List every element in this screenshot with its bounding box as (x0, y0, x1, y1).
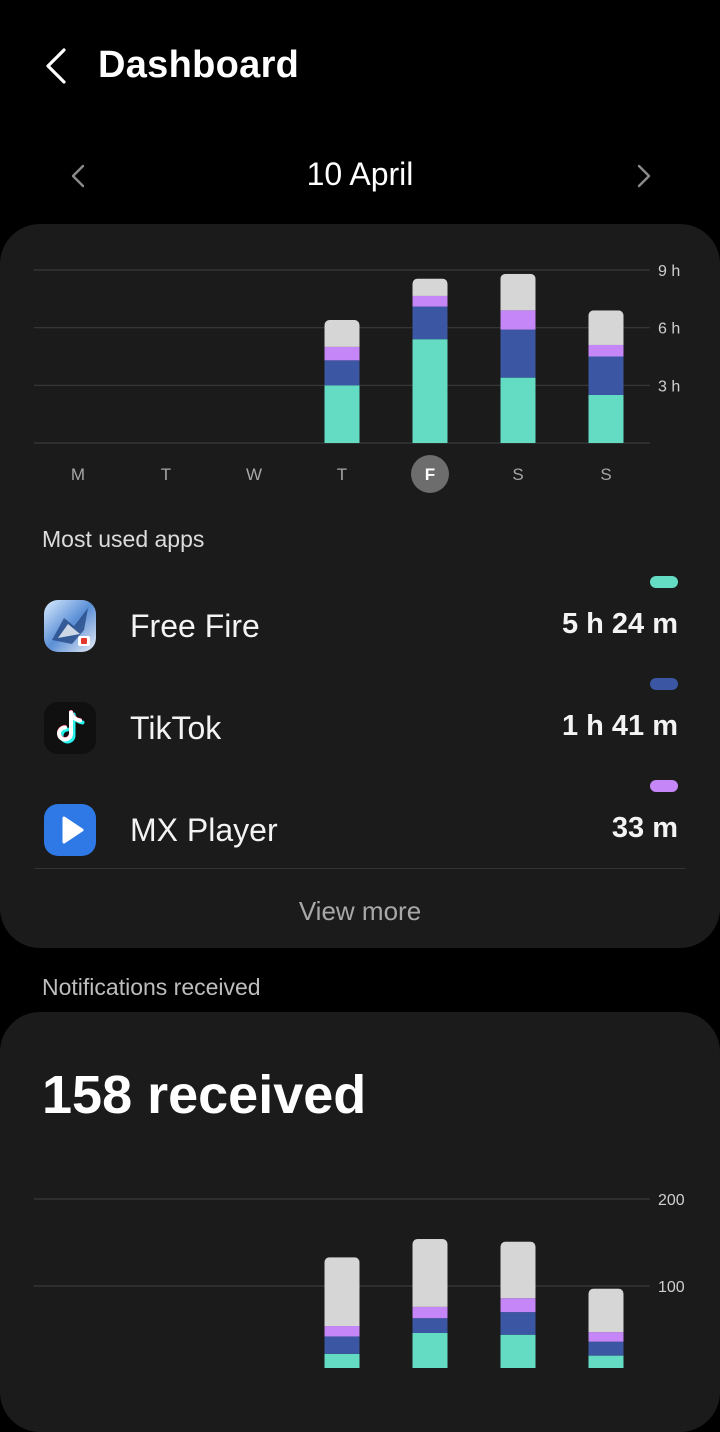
x-category-label[interactable]: F (425, 465, 435, 484)
bar-segment (324, 346, 360, 361)
bar-segment (500, 273, 536, 311)
bar-segment (588, 310, 624, 345)
app-name: Free Fire (130, 608, 260, 644)
screen-time-chart[interactable]: 3 h 6 h 9 h M T W T F S S (0, 250, 720, 500)
bar-stack[interactable] (324, 319, 360, 443)
bar-segment (500, 310, 536, 330)
x-category-label[interactable]: S (600, 465, 611, 484)
bar-segment (412, 295, 448, 307)
bar-segment (324, 1353, 360, 1368)
x-category-label[interactable]: S (512, 465, 523, 484)
app-usage-time: 5 h 24 m (561, 608, 678, 640)
chevron-right-icon (637, 164, 651, 188)
y-tick-label: 9 h (658, 263, 680, 280)
divider (34, 868, 686, 869)
bar-segment (500, 1312, 536, 1335)
next-day-button[interactable] (624, 154, 664, 198)
app-row-tiktok[interactable]: TikTok 1 h 41 m (0, 678, 720, 778)
current-date: 10 April (306, 156, 414, 192)
date-navigator: 10 April (0, 148, 720, 204)
bar-segment (500, 329, 536, 378)
bar-segment (500, 1241, 536, 1299)
bar-segment (588, 1355, 624, 1368)
bar-stack[interactable] (324, 1257, 360, 1368)
app-row-free-fire[interactable]: Free Fire 5 h 24 m (0, 576, 720, 676)
free-fire-icon (44, 600, 96, 652)
bar-segment (588, 356, 624, 395)
back-arrow-icon (46, 48, 66, 84)
y-tick-label: 6 h (658, 321, 680, 338)
app-name: TikTok (130, 710, 222, 746)
most-used-apps-label: Most used apps (42, 526, 205, 552)
bar-segment (324, 319, 360, 347)
view-more-button[interactable]: View more (0, 896, 720, 927)
bar-segment (324, 1257, 360, 1327)
y-tick-label: 200 (658, 1192, 685, 1209)
bar-segment (324, 1336, 360, 1354)
bar-segment (500, 377, 536, 443)
app-usage-time: 1 h 41 m (561, 710, 678, 742)
bar-segment (588, 1341, 624, 1356)
bar-stack[interactable] (412, 278, 448, 443)
bar-stack[interactable] (588, 310, 624, 443)
bar-segment (500, 1298, 536, 1313)
bar-segment (412, 1332, 448, 1368)
bar-stack[interactable] (412, 1239, 448, 1368)
bar-segment (412, 1318, 448, 1333)
bar-stack[interactable] (588, 1288, 624, 1368)
y-tick-label: 3 h (658, 378, 680, 395)
y-tick-label: 100 (658, 1279, 685, 1296)
mx-player-icon (44, 804, 96, 856)
bar-segment (588, 394, 624, 443)
tiktok-icon (44, 702, 96, 754)
bar-segment (412, 339, 448, 443)
bar-segment (500, 1334, 536, 1368)
bar-segment (324, 1326, 360, 1337)
notifications-count: 158 received (42, 1065, 367, 1125)
bar-stack[interactable] (500, 1241, 536, 1368)
bar-segment (412, 1239, 448, 1307)
bar-segment (588, 1288, 624, 1333)
bar-segment (412, 306, 448, 340)
x-category-label[interactable]: T (161, 465, 171, 484)
notifications-chart[interactable]: 100 200 (0, 1180, 720, 1368)
bar-stack[interactable] (500, 273, 536, 443)
bar-segment (588, 344, 624, 357)
x-category-label[interactable]: M (71, 465, 85, 484)
bar-segment (588, 1332, 624, 1342)
x-category-label[interactable]: T (337, 465, 347, 484)
legend-swatch (650, 780, 678, 792)
app-usage-time: 33 m (611, 812, 678, 844)
bar-segment (324, 385, 360, 443)
legend-swatch (650, 678, 678, 690)
bar-segment (324, 360, 360, 386)
legend-swatch (650, 576, 678, 588)
page-title: Dashboard (98, 44, 300, 86)
app-row-mx-player[interactable]: MX Player 33 m (0, 780, 720, 880)
x-category-label[interactable]: W (246, 465, 262, 484)
bar-segment (412, 1306, 448, 1319)
app-name: MX Player (130, 812, 278, 848)
back-button[interactable] (34, 42, 78, 90)
app-header: Dashboard (0, 0, 720, 130)
notifications-section-label: Notifications received (42, 974, 261, 1000)
bar-segment (412, 278, 448, 296)
